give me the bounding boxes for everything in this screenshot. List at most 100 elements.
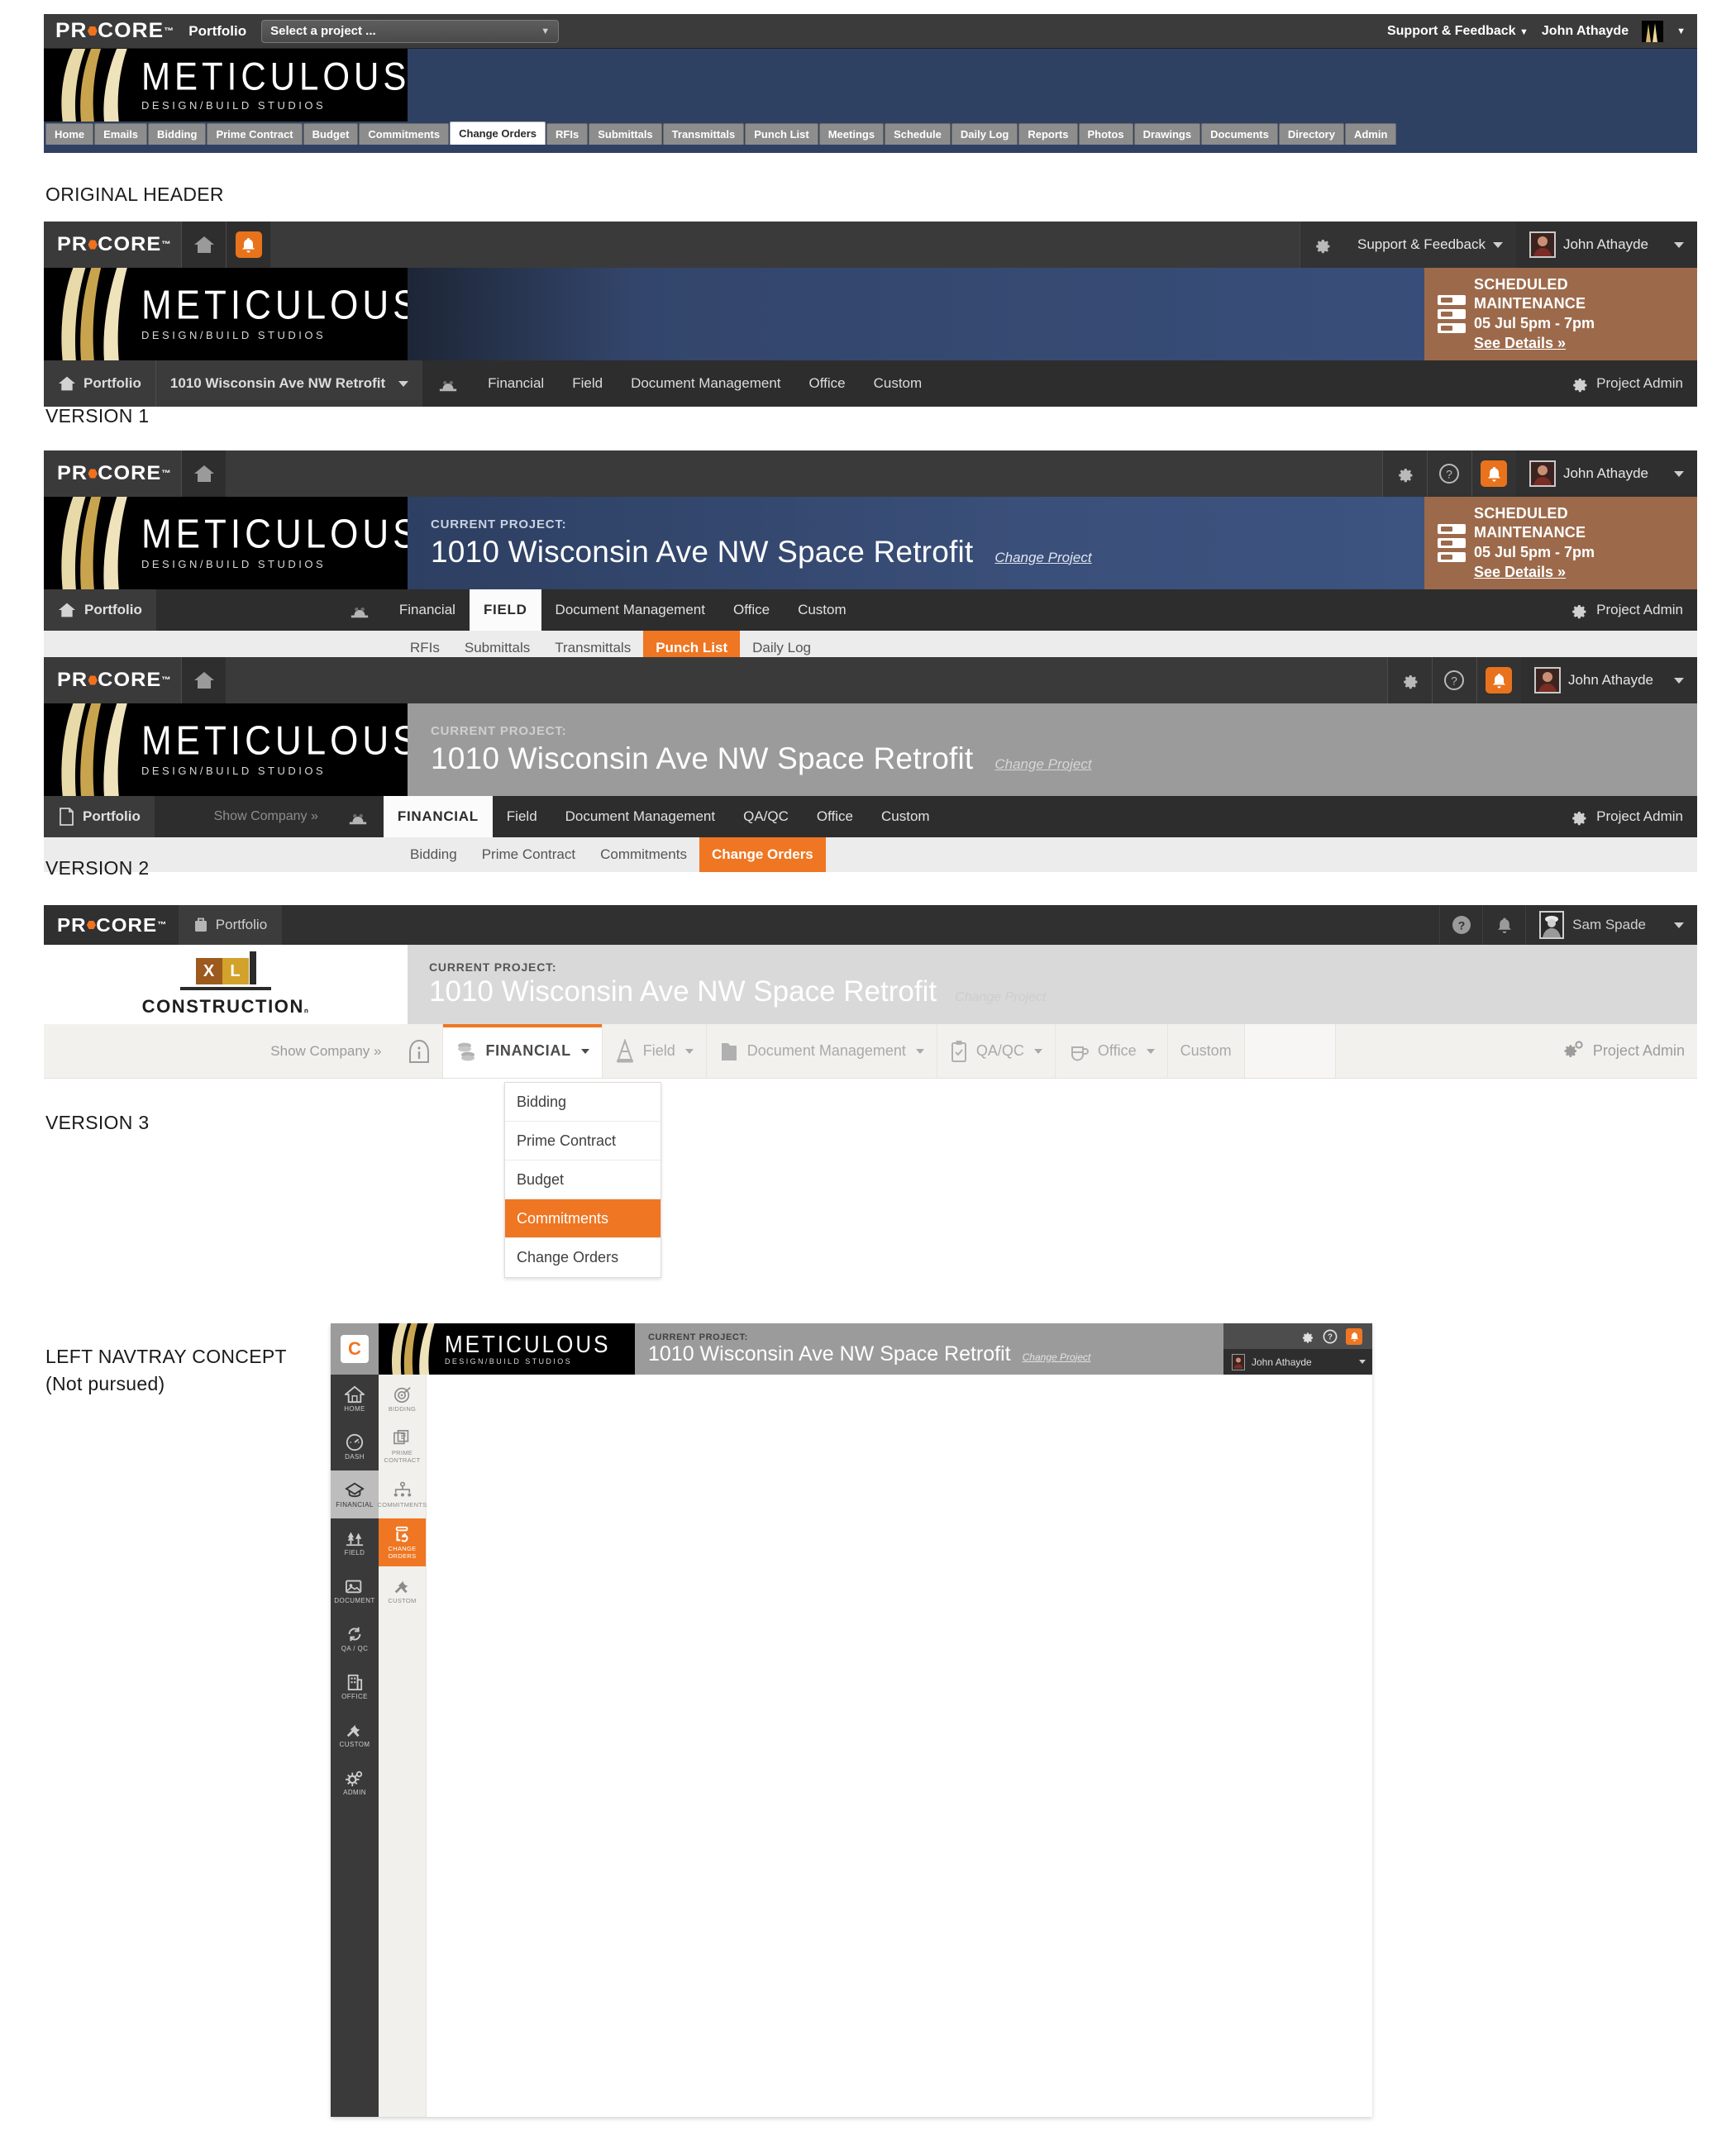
maintenance-banner[interactable]: SCHEDULED MAINTENANCE 05 Jul 5pm - 7pm S… (1424, 268, 1697, 360)
notifications-button[interactable] (1471, 450, 1516, 497)
navtray-rail-item[interactable]: DASH (331, 1423, 379, 1470)
navtray-sub-item[interactable]: CUSTOM (379, 1566, 426, 1614)
change-project-link[interactable]: Change Project (1023, 1351, 1091, 1363)
project-info-button[interactable] (396, 1024, 444, 1078)
v1-nav-item[interactable]: Financial (474, 360, 558, 407)
navtray-sub-item[interactable]: BIDDING (379, 1375, 426, 1423)
project-select[interactable]: Select a project ... ▼ (261, 19, 560, 43)
v1-nav-item[interactable]: Document Management (617, 360, 794, 407)
nav-portfolio[interactable]: Portfolio (44, 589, 156, 631)
notifications-button[interactable] (1476, 657, 1521, 703)
original-tab[interactable]: Admin (1344, 123, 1397, 145)
original-tab[interactable]: Punch List (745, 123, 818, 145)
dropdown-menu-item[interactable]: Change Orders (505, 1238, 661, 1277)
show-company-link[interactable]: Show Company » (155, 796, 332, 837)
v2-subnav-item[interactable]: Commitments (588, 837, 699, 872)
procore-logo[interactable]: PR C ORE ™ (55, 19, 174, 43)
original-tab[interactable]: Transmittals (662, 123, 745, 145)
navtray-rail-item[interactable]: FINANCIAL (331, 1470, 379, 1518)
v1-nav-item[interactable]: Field (558, 360, 617, 407)
support-feedback-menu[interactable]: Support & Feedback ▼ (1387, 24, 1529, 39)
notifications-button[interactable] (1346, 1327, 1362, 1345)
procore-logo[interactable]: PR C ORE ™ (57, 233, 172, 256)
nav-tools-icon-cell[interactable] (332, 796, 384, 837)
v1-nav-item[interactable]: Custom (860, 360, 937, 407)
v2-nav-item[interactable]: Financial (385, 589, 470, 631)
navtray-rail-item[interactable]: ADMIN (331, 1758, 379, 1806)
notifications-button[interactable] (1482, 905, 1525, 945)
navtray-rail-item[interactable]: QA / QC (331, 1614, 379, 1662)
navtray-sub-item[interactable]: COMMITMENTS (378, 1470, 427, 1518)
v2-nav-item[interactable]: Field (493, 796, 551, 837)
show-company-link[interactable]: Show Company » (255, 1024, 396, 1078)
chevron-down-icon[interactable]: ▼ (1676, 26, 1686, 36)
home-button[interactable] (181, 450, 226, 497)
original-tab[interactable]: Schedule (885, 123, 951, 145)
nav-tools-icon-cell[interactable] (422, 360, 474, 407)
original-tab[interactable]: Submittals (589, 123, 662, 145)
home-button[interactable] (181, 657, 226, 703)
maintenance-details-link[interactable]: See Details » (1474, 334, 1684, 354)
original-tab[interactable]: Commitments (359, 123, 450, 145)
v2-subnav-item[interactable]: Bidding (398, 837, 470, 872)
change-project-link[interactable]: Change Project (994, 756, 1091, 773)
help-button[interactable]: ? (1439, 905, 1482, 945)
home-button[interactable] (181, 222, 226, 268)
user-menu[interactable]: John Athayde (1542, 24, 1629, 39)
nav-portfolio[interactable]: Portfolio (178, 905, 283, 945)
nav-project-admin[interactable]: Project Admin (1548, 1024, 1697, 1078)
portfolio-link[interactable]: Portfolio (188, 23, 246, 40)
nav-project-admin[interactable]: Project Admin (1554, 796, 1697, 837)
procore-logo[interactable]: PR C ORE ™ (57, 914, 167, 937)
original-tab[interactable]: RFIs (546, 123, 589, 145)
original-tab[interactable]: Documents (1201, 123, 1278, 145)
original-tab[interactable]: Change Orders (450, 122, 546, 145)
v3-nav-item[interactable]: QA/QC (937, 1024, 1056, 1078)
v2-nav-item[interactable]: Office (719, 589, 784, 631)
v2-nav-item[interactable]: Custom (867, 796, 944, 837)
nav-project-selector[interactable]: 1010 Wisconsin Ave NW Retrofit (155, 360, 423, 407)
v2-nav-item[interactable]: QA/QC (729, 796, 803, 837)
v3-nav-item[interactable]: Field (603, 1024, 707, 1078)
navtray-rail-item[interactable]: HOME (331, 1375, 379, 1423)
original-tab[interactable]: Directory (1278, 123, 1344, 145)
v2-subnav-item[interactable]: Change Orders (699, 837, 826, 872)
settings-button[interactable] (1386, 657, 1432, 703)
v1-nav-item[interactable]: Office (795, 360, 860, 407)
v2-nav-item[interactable]: Document Management (551, 796, 729, 837)
settings-button[interactable] (1381, 450, 1427, 497)
procore-logo[interactable]: PR C ORE ™ (57, 669, 172, 692)
procore-logo[interactable]: PR C ORE ™ (57, 462, 172, 485)
avatar[interactable] (1642, 20, 1664, 42)
nav-tools-icon-cell[interactable] (334, 589, 385, 631)
maintenance-details-link[interactable]: See Details » (1474, 563, 1684, 583)
dropdown-menu-item[interactable]: Bidding (505, 1083, 661, 1122)
procore-compact-logo[interactable]: C (331, 1323, 379, 1375)
nav-project-admin[interactable]: Project Admin (1555, 360, 1697, 407)
navtray-rail-item[interactable]: FIELD (331, 1518, 379, 1566)
navtray-rail-item[interactable]: OFFICE (331, 1662, 379, 1710)
v2-nav-item[interactable]: Custom (784, 589, 861, 631)
help-button[interactable]: ? (1426, 450, 1471, 497)
original-tab[interactable]: Home (45, 123, 94, 145)
gear-icon[interactable] (1300, 1329, 1314, 1344)
help-button[interactable]: ? (1431, 657, 1476, 703)
v2-nav-item[interactable]: FIELD (469, 589, 541, 631)
original-tab[interactable]: Photos (1078, 123, 1133, 145)
change-project-link[interactable]: Change Project (994, 550, 1091, 566)
change-project-link[interactable]: Change Project (955, 990, 1046, 1005)
v2-nav-item[interactable]: Office (803, 796, 867, 837)
v3-nav-item[interactable]: Custom (1168, 1024, 1245, 1078)
user-menu[interactable]: John Athayde (1515, 222, 1697, 268)
v2-nav-item[interactable]: Document Management (541, 589, 719, 631)
user-menu[interactable]: John Athayde (1520, 657, 1697, 703)
dropdown-menu-item[interactable]: Budget (505, 1161, 661, 1199)
v2-nav-item[interactable]: FINANCIAL (383, 796, 493, 837)
original-tab[interactable]: Reports (1018, 123, 1078, 145)
original-tab[interactable]: Prime Contract (207, 123, 303, 145)
nav-portfolio[interactable]: Portfolio (44, 360, 155, 407)
nav-project-admin[interactable]: Project Admin (1554, 589, 1697, 631)
dropdown-menu-item[interactable]: Commitments (505, 1199, 661, 1238)
original-tab[interactable]: Emails (94, 123, 148, 145)
navtray-rail-item[interactable]: CUSTOM (331, 1710, 379, 1758)
